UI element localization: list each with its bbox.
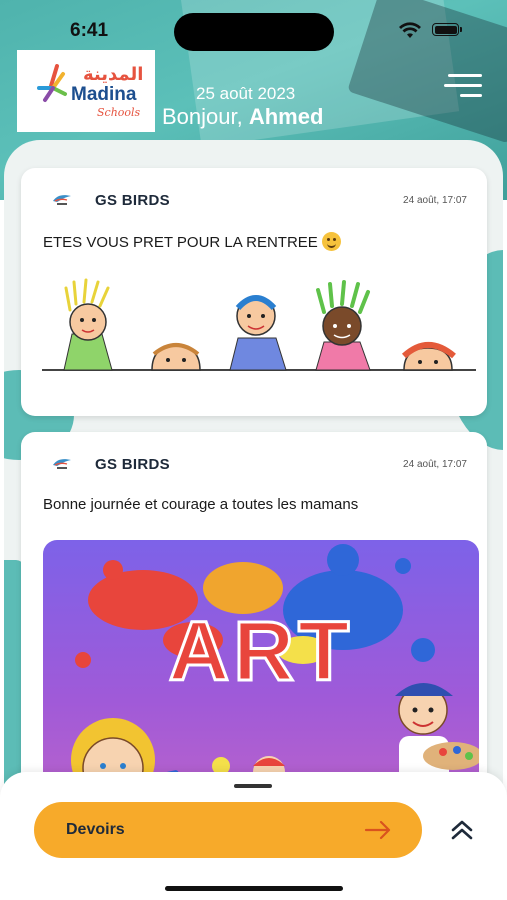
kids-illustration [42,278,476,371]
sheet-handle[interactable] [234,784,272,788]
art-text: ART [169,604,354,698]
art-illustration: ART [71,544,479,800]
greeting-prefix: Bonjour, [162,104,249,129]
battery-icon [432,23,459,36]
post-time: 24 août, 17:07 [403,195,467,206]
post-image[interactable]: ART [43,540,479,800]
header-date: 25 août 2023 [196,84,296,103]
battery-tip [460,27,462,32]
post-author: GS BIRDS [95,456,170,473]
news-feed[interactable]: GS BIRDS 24 août, 17:07 ETES VOUS PRET P… [4,140,503,800]
greeting: Bonjour, Ahmed [162,104,323,130]
post-header: GS BIRDS 24 août, 17:07 [21,168,487,228]
logo-mark-icon [37,64,67,102]
school-logo: المدينة Madina Schools [17,50,155,132]
bottom-sheet[interactable]: Devoirs [0,772,507,900]
home-indicator [165,886,343,891]
bird-logo-icon [53,195,71,205]
chevron-double-up-icon[interactable] [448,818,476,842]
post-image[interactable] [42,274,476,374]
smile-emoji-icon [321,232,341,251]
dynamic-island [174,13,334,51]
post-card[interactable]: GS BIRDS 24 août, 17:07 ETES VOUS PRET P… [21,168,487,416]
status-time: 6:41 [70,20,109,41]
post-card[interactable]: GS BIRDS 24 août, 17:07 Bonne journée et… [21,432,487,800]
logo-subtitle: Schools [97,106,141,119]
post-author: GS BIRDS [95,192,170,209]
status-bar: 6:41 [0,0,507,52]
wifi-icon [399,22,421,38]
post-time: 24 août, 17:07 [403,459,467,470]
post-text: Bonne journée et courage a toutes les ma… [43,496,359,513]
user-name: Ahmed [248,104,324,129]
logo-name: Madina [71,84,137,105]
post-text: ETES VOUS PRET POUR LA RENTREE [43,232,341,251]
bird-logo-icon [53,459,71,469]
logo-arabic-text: المدينة [83,64,144,85]
menu-button[interactable] [444,70,482,100]
arrow-right-icon [364,820,391,840]
post-header: GS BIRDS 24 août, 17:07 [21,432,487,492]
devoirs-label: Devoirs [66,821,125,838]
devoirs-button[interactable]: Devoirs [34,802,422,858]
